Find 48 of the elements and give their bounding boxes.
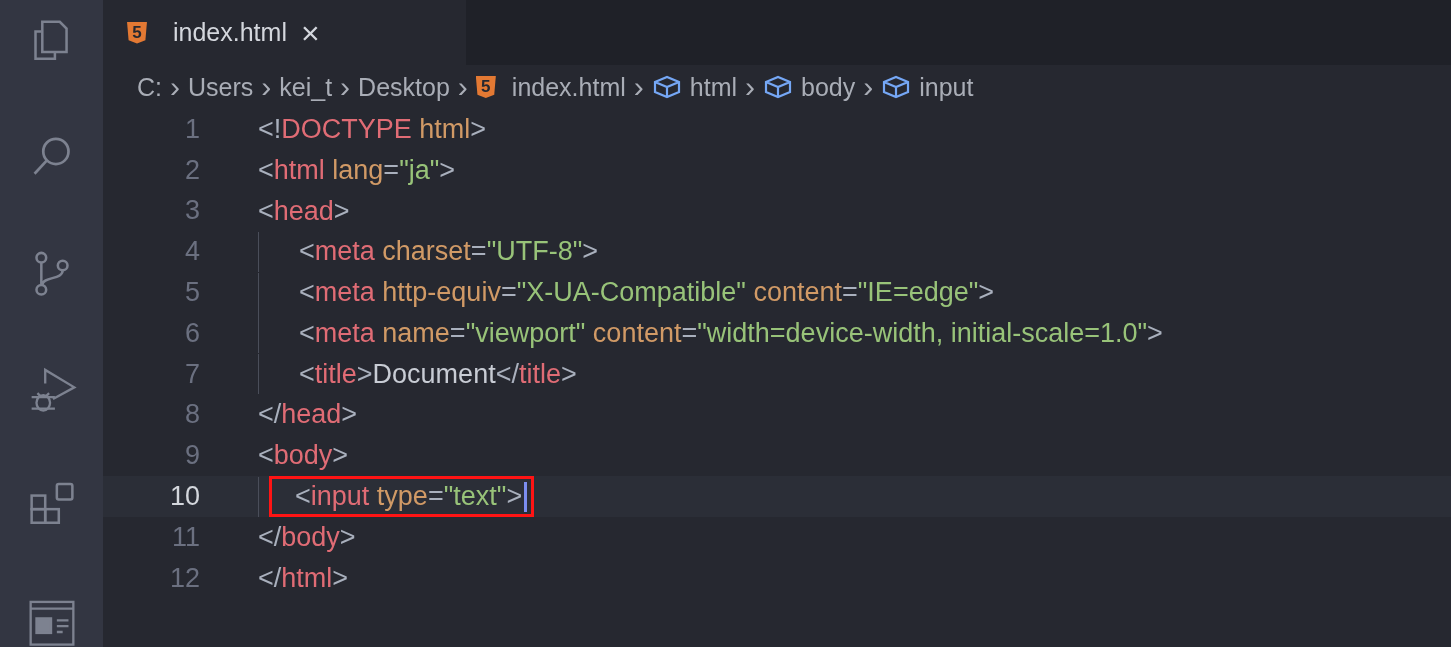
tab-label: index.html — [173, 18, 287, 47]
line-number: 10 — [168, 481, 200, 513]
cube-icon — [651, 74, 682, 100]
chevron-icon: › — [170, 70, 180, 104]
line-number: 5 — [183, 277, 200, 309]
code-line: </body> — [257, 520, 357, 554]
code-line: <meta name="viewport" content="width=device-width, initial-scale=1.0"> — [298, 316, 1164, 350]
code-line: <meta charset="UTF-8"> — [298, 235, 600, 269]
breadcrumb-item[interactable]: index.html — [511, 72, 626, 102]
line-number: 8 — [183, 399, 200, 431]
chevron-icon: › — [261, 70, 272, 104]
line-number: 6 — [183, 317, 200, 349]
breadcrumb-item[interactable]: Users — [188, 72, 254, 102]
code-line: <html lang="ja"> — [257, 153, 457, 187]
code-line: <!DOCTYPE html> — [257, 112, 488, 146]
browser-preview-icon[interactable] — [26, 598, 77, 647]
chevron-icon: › — [340, 70, 351, 104]
code-line: <title>Document</title> — [298, 357, 578, 391]
chevron-icon: › — [745, 70, 755, 104]
cube-icon — [881, 74, 912, 100]
breadcrumb-item[interactable]: kei_t — [279, 72, 333, 102]
breadcrumb-item[interactable]: C: — [137, 72, 162, 102]
code-line: </head> — [257, 398, 359, 432]
editor-tab[interactable]: 5 index.html × — [103, 0, 466, 65]
line-number: 1 — [183, 113, 200, 145]
chevron-icon: › — [863, 70, 874, 104]
line-number: 7 — [183, 358, 200, 390]
breadcrumb-item[interactable]: Desktop — [358, 72, 450, 102]
close-icon[interactable]: × — [300, 16, 320, 49]
breadcrumb-item[interactable]: html — [689, 72, 737, 102]
line-number: 11 — [170, 521, 200, 553]
breadcrumb-item[interactable]: body — [801, 72, 856, 102]
html5-icon: 5 — [475, 76, 496, 98]
chevron-icon: › — [457, 70, 468, 104]
line-number: 3 — [183, 195, 200, 227]
line-number: 12 — [168, 562, 200, 594]
text-cursor — [524, 481, 528, 512]
code-line: <meta http-equiv="X-UA-Compatible" content="IE=edge"> — [298, 276, 996, 310]
html5-icon: 5 — [127, 21, 147, 44]
code-line: <head> — [257, 194, 351, 228]
line-number: 2 — [183, 154, 200, 186]
breadcrumb-item[interactable]: input — [919, 72, 974, 102]
line-number: 4 — [183, 236, 200, 268]
line-number: 9 — [183, 440, 200, 472]
cube-icon — [763, 74, 793, 100]
chevron-icon: › — [633, 70, 644, 104]
code-line: <body> — [257, 439, 350, 473]
code-line: </html> — [257, 561, 350, 595]
